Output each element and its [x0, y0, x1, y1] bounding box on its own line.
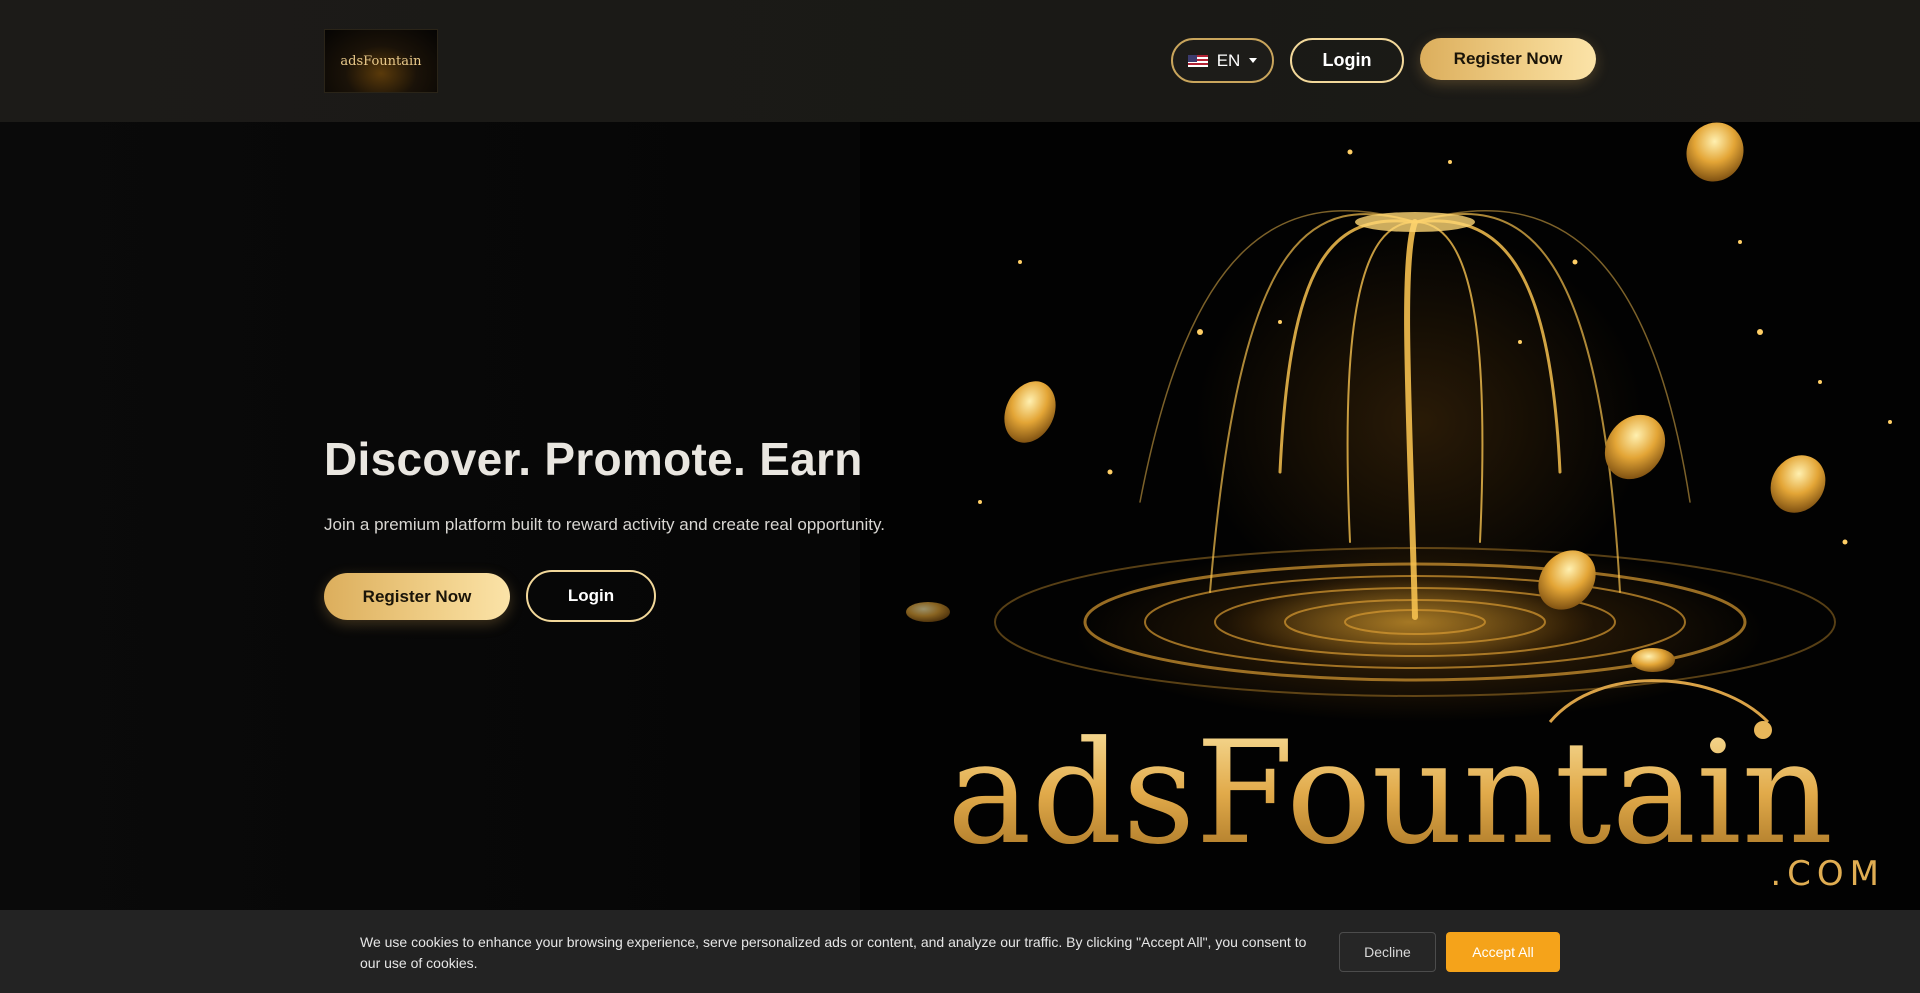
- us-flag-icon: [1187, 54, 1208, 67]
- fountain-illustration: adsFountain .COM: [906, 122, 1892, 894]
- fountain-hero-image: adsFountain .COM: [860, 122, 1920, 910]
- cookie-decline-button[interactable]: Decline: [1339, 932, 1436, 972]
- brand-art-text: adsFountain: [947, 711, 1833, 876]
- logo-text: adsFountain: [340, 53, 422, 69]
- header-register-button[interactable]: Register Now: [1420, 38, 1596, 80]
- cookie-message: We use cookies to enhance your browsing …: [360, 934, 1307, 971]
- language-selector[interactable]: EN: [1171, 38, 1274, 83]
- chevron-down-icon: [1249, 58, 1258, 63]
- site-header: adsFountain EN Login Register Now: [0, 0, 1920, 122]
- hero-title: Discover. Promote. Earn: [324, 433, 863, 485]
- language-code: EN: [1216, 50, 1241, 70]
- hero-section: adsFountain .COM Discover. Promote. Earn…: [0, 122, 1920, 910]
- brand-logo[interactable]: adsFountain: [324, 29, 438, 93]
- hero-login-button[interactable]: Login: [526, 570, 656, 622]
- hero-register-button[interactable]: Register Now: [324, 573, 510, 620]
- header-login-button[interactable]: Login: [1290, 38, 1404, 83]
- hero-subtitle: Join a premium platform built to reward …: [324, 515, 885, 534]
- brand-art-domain: .COM: [1770, 854, 1885, 894]
- cookie-accept-button[interactable]: Accept All: [1446, 932, 1560, 972]
- cookie-banner: We use cookies to enhance your browsing …: [0, 910, 1920, 993]
